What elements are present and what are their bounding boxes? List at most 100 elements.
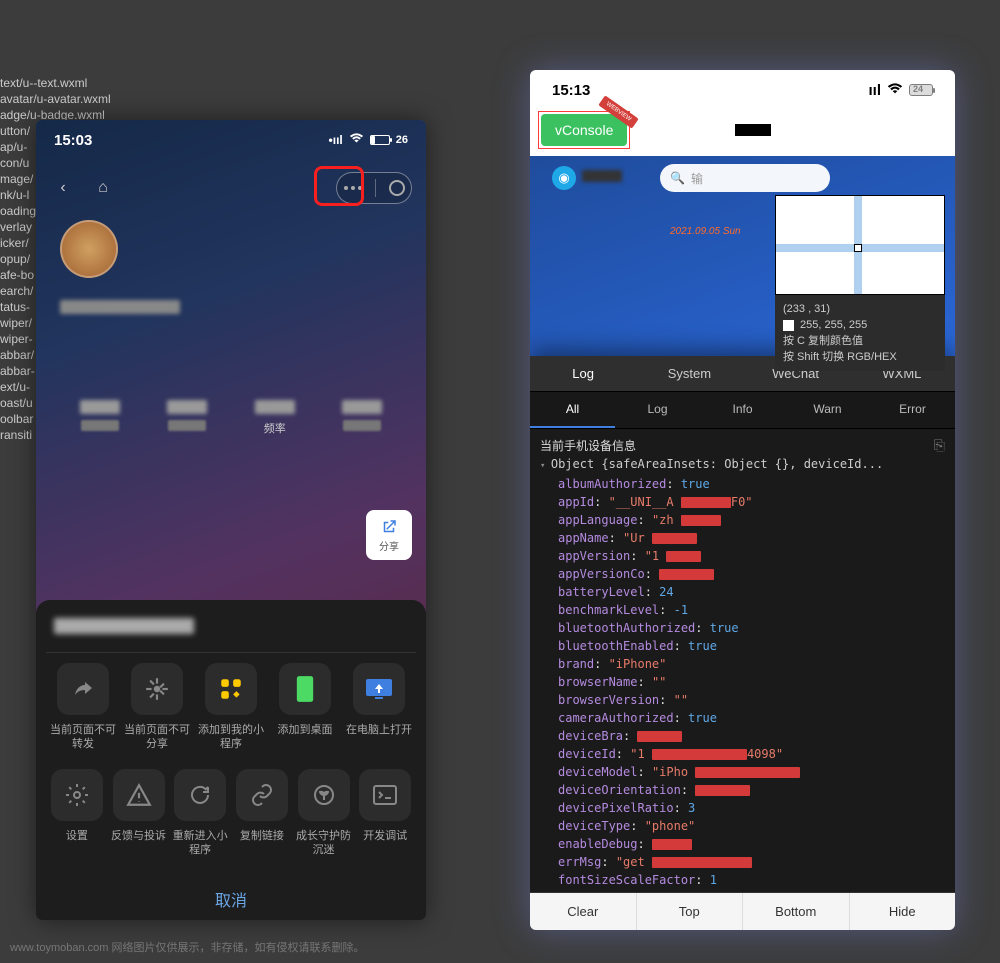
- log-prop: bluetoothEnabled: true: [540, 637, 945, 655]
- log-prop: deviceBra:: [540, 727, 945, 745]
- tab-log[interactable]: Log: [530, 356, 636, 391]
- action-forward[interactable]: 当前页面不可转发: [48, 663, 118, 751]
- share-icon: [57, 663, 109, 715]
- battery-icon: [370, 135, 390, 145]
- color-picker: (233 , 31) 255, 255, 255 按 C 复制颜色值 按 Shi…: [775, 195, 945, 371]
- action-open-pc[interactable]: 在电脑上打开: [344, 663, 414, 751]
- warn-icon: [113, 769, 165, 821]
- time-label: 15:03: [54, 132, 92, 149]
- watermark: www.toymoban.com 网络图片仅供展示，非存储，如有侵权请联系删除。: [10, 939, 364, 955]
- picker-hint1: 按 C 复制颜色值: [783, 333, 937, 349]
- log-prop: browserName: "": [540, 673, 945, 691]
- crosshair-icon: [854, 244, 862, 252]
- log-prop: appLanguage: "zh: [540, 511, 945, 529]
- object-header[interactable]: Object {safeAreaInsets: Object {}, devic…: [540, 455, 945, 475]
- action-add-miniprogram[interactable]: 添加到我的小程序: [196, 663, 266, 751]
- share-card[interactable]: 分享: [366, 510, 412, 560]
- action-add-desktop[interactable]: 添加到桌面: [270, 663, 340, 751]
- top-nav: ‹ ⌂: [36, 164, 426, 212]
- gear-icon: [51, 769, 103, 821]
- battery-icon: 24: [909, 84, 933, 96]
- vconsole-footer: Clear Top Bottom Hide: [530, 892, 955, 930]
- hide-button[interactable]: Hide: [850, 893, 956, 930]
- action-copy-link[interactable]: 复制链接: [233, 769, 291, 857]
- picker-hint2: 按 Shift 切换 RGB/HEX: [783, 349, 937, 365]
- link-icon: [236, 769, 288, 821]
- log-prop: errMsg: "get: [540, 853, 945, 871]
- back-icon[interactable]: ‹: [50, 175, 76, 201]
- action-row-1: 当前页面不可转发 当前页面不可分享 添加到我的小程序 添加到桌面 在电脑上打开: [46, 663, 416, 751]
- action-reload[interactable]: 重新进入小程序: [171, 769, 229, 857]
- blurred-text: [735, 124, 771, 136]
- sheet-title-blur: [54, 618, 194, 634]
- search-input[interactable]: 🔍 输: [660, 164, 830, 192]
- vconsole-button-wrap: vConsole WEBVIEW: [538, 111, 630, 149]
- sprout-icon: [298, 769, 350, 821]
- log-prop: batteryLevel: 24: [540, 583, 945, 601]
- action-row-2: 设置 反馈与投诉 重新进入小程序 复制链接 成长守护防沉迷 开发调试: [46, 769, 416, 857]
- reload-icon: [174, 769, 226, 821]
- log-prop: deviceModel: "iPho: [540, 763, 945, 781]
- picker-rgb: 255, 255, 255: [800, 319, 867, 331]
- signal-icon: •ııl: [329, 133, 343, 147]
- log-prop: enableDebug:: [540, 835, 945, 853]
- signal-icon: ııl: [868, 82, 881, 99]
- log-prop: appVersion: "1: [540, 547, 945, 565]
- statusbar-left: 15:03 •ııl 26: [36, 120, 426, 160]
- avatar[interactable]: [60, 220, 118, 278]
- vconsole-panel: Log System WeChat WXML All Log Info Warn…: [530, 356, 955, 930]
- log-prop: browserVersion: "": [540, 691, 945, 709]
- clear-button[interactable]: Clear: [530, 893, 637, 930]
- moments-icon: [131, 663, 183, 715]
- battery-pct: 26: [396, 134, 408, 146]
- action-dev-debug[interactable]: 开发调试: [356, 769, 414, 857]
- phone-icon: [279, 663, 331, 715]
- log-area[interactable]: 当前手机设备信息⎘ Object {safeAreaInsets: Object…: [530, 429, 955, 892]
- tab-system[interactable]: System: [636, 356, 742, 391]
- time-label: 15:13: [552, 82, 590, 99]
- top-button[interactable]: Top: [637, 893, 744, 930]
- blurred-name: [60, 300, 180, 314]
- log-prop: deviceType: "phone": [540, 817, 945, 835]
- log-prop: albumAuthorized: true: [540, 475, 945, 493]
- log-prop: bluetoothAuthorized: true: [540, 619, 945, 637]
- subtab-log[interactable]: Log: [615, 392, 700, 428]
- wifi-icon: [349, 133, 364, 147]
- bottom-button[interactable]: Bottom: [743, 893, 850, 930]
- subtab-warn[interactable]: Warn: [785, 392, 870, 428]
- color-swatch: [783, 320, 794, 331]
- stats-row: 频率: [56, 400, 406, 436]
- log-prop: benchmarkLevel: -1: [540, 601, 945, 619]
- log-prop: deviceId: "1 4098": [540, 745, 945, 763]
- terminal-icon: [359, 769, 411, 821]
- pc-icon: [353, 663, 405, 715]
- action-guardian[interactable]: 成长守护防沉迷: [295, 769, 353, 857]
- vconsole-button[interactable]: vConsole: [541, 114, 627, 146]
- search-icon: 🔍: [670, 171, 685, 185]
- log-level-tabs: All Log Info Warn Error: [530, 392, 955, 429]
- action-feedback[interactable]: 反馈与投诉: [110, 769, 168, 857]
- log-prop: appId: "__UNI__A F0": [540, 493, 945, 511]
- log-prop: devicePixelRatio: 3: [540, 799, 945, 817]
- subtab-all[interactable]: All: [530, 392, 615, 428]
- picker-coords: (233 , 31): [783, 301, 937, 317]
- phone-right: 15:13 ııl 24 vConsole WEBVIEW ◉ 🔍 输 2021…: [530, 70, 955, 930]
- grid-icon: [205, 663, 257, 715]
- log-prop: appName: "Ur: [540, 529, 945, 547]
- log-prop: brand: "iPhone": [540, 655, 945, 673]
- log-prop: appVersionCo:: [540, 565, 945, 583]
- highlight-box-capsule: [314, 166, 364, 206]
- location-icon[interactable]: ◉: [552, 166, 576, 190]
- log-prop: fontSizeScaleFactor: 1: [540, 871, 945, 889]
- log-prop: deviceOrientation:: [540, 781, 945, 799]
- action-sheet: 当前页面不可转发 当前页面不可分享 添加到我的小程序 添加到桌面 在电脑上打开 …: [36, 600, 426, 920]
- action-moments[interactable]: 当前页面不可分享: [122, 663, 192, 751]
- copy-icon[interactable]: ⎘: [934, 437, 945, 455]
- subtab-info[interactable]: Info: [700, 392, 785, 428]
- picker-canvas[interactable]: [775, 195, 945, 295]
- phone-left: 15:03 •ııl 26 ‹ ⌂ 频率: [36, 120, 426, 920]
- action-settings[interactable]: 设置: [48, 769, 106, 857]
- subtab-error[interactable]: Error: [870, 392, 955, 428]
- home-icon[interactable]: ⌂: [90, 175, 116, 201]
- cancel-button[interactable]: 取消: [46, 879, 416, 919]
